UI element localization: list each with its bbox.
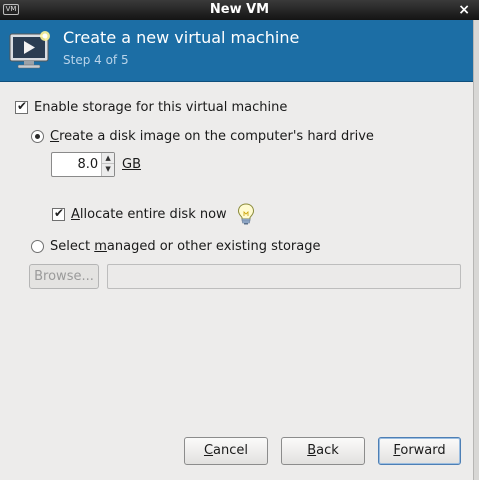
forward-button[interactable]: Forward bbox=[378, 437, 461, 465]
browse-button[interactable]: Browse... bbox=[29, 264, 99, 289]
window-menu-icon[interactable]: VM bbox=[3, 4, 19, 15]
allocate-disk-row[interactable]: ✔ Allocate entire disk now bbox=[52, 203, 255, 225]
allocate-disk-label: Allocate entire disk now bbox=[71, 206, 227, 222]
managed-storage-radio[interactable] bbox=[31, 240, 44, 253]
enable-storage-checkbox[interactable]: ✔ bbox=[15, 99, 28, 114]
cancel-button[interactable]: Cancel bbox=[184, 437, 268, 465]
virtual-machine-monitor-icon bbox=[9, 31, 50, 69]
create-disk-radio[interactable] bbox=[31, 130, 44, 143]
enable-storage-label: Enable storage for this virtual machine bbox=[34, 100, 288, 115]
disk-size-spinner[interactable]: 8.0 ▲ ▼ bbox=[51, 152, 115, 177]
wizard-header: Create a new virtual machine Step 4 of 5 bbox=[0, 20, 473, 82]
create-disk-option[interactable]: Create a disk image on the computer's ha… bbox=[31, 129, 374, 144]
managed-storage-label: Select managed or other existing storage bbox=[50, 239, 321, 254]
window-titlebar: VM New VM × bbox=[0, 0, 479, 20]
step-indicator: Step 4 of 5 bbox=[63, 53, 129, 67]
back-button[interactable]: Back bbox=[281, 437, 365, 465]
decrement-arrow-icon[interactable]: ▼ bbox=[102, 164, 114, 175]
enable-storage-row[interactable]: ✔ Enable storage for this virtual machin… bbox=[15, 99, 288, 115]
disk-size-value[interactable]: 8.0 bbox=[52, 153, 101, 176]
window-border bbox=[473, 20, 479, 480]
page-title: Create a new virtual machine bbox=[63, 28, 300, 47]
managed-storage-option[interactable]: Select managed or other existing storage bbox=[31, 239, 321, 254]
window-title: New VM bbox=[209, 2, 270, 17]
disk-size-unit: GB bbox=[122, 157, 141, 172]
lightbulb-icon bbox=[237, 203, 254, 225]
close-icon[interactable]: × bbox=[458, 0, 470, 20]
create-disk-label: Create a disk image on the computer's ha… bbox=[50, 129, 374, 144]
increment-arrow-icon[interactable]: ▲ bbox=[102, 153, 114, 164]
storage-path-input[interactable] bbox=[107, 264, 461, 289]
allocate-disk-checkbox[interactable]: ✔ bbox=[52, 206, 65, 221]
